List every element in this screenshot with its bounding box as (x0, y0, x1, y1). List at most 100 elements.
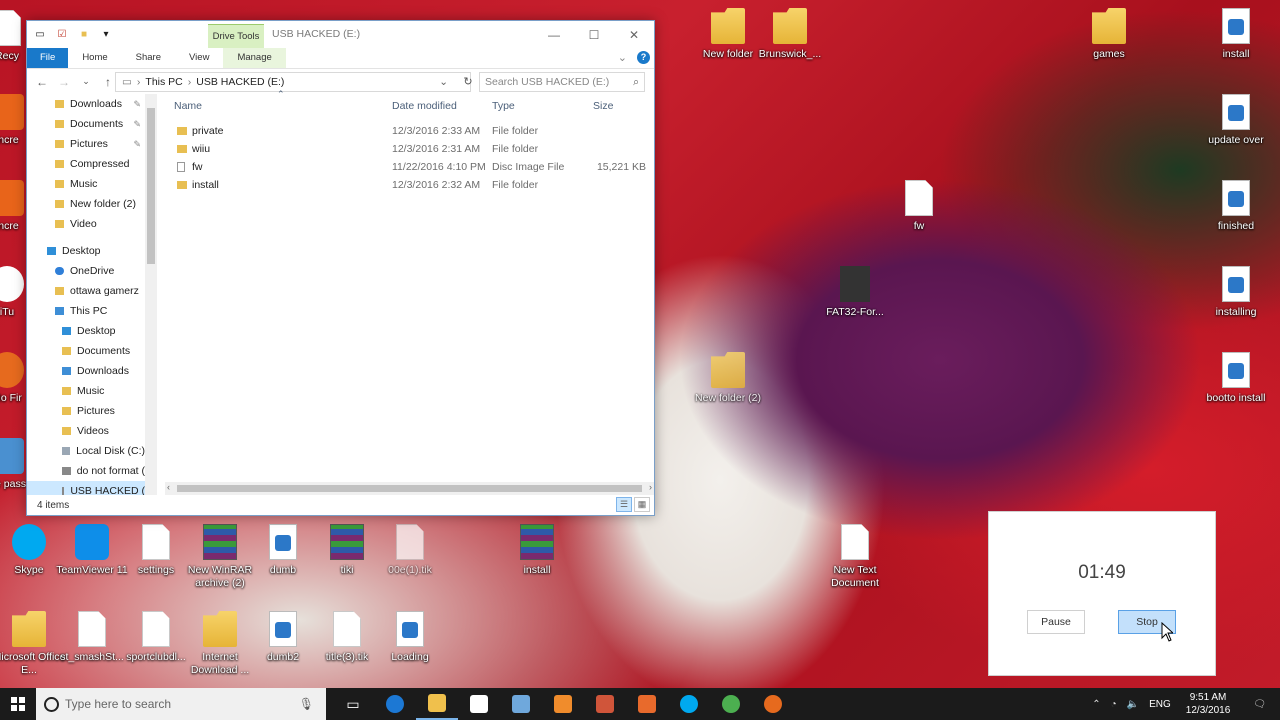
nav-item-desktop-root[interactable]: Desktop (27, 241, 145, 261)
nav-item-pictures-pinned[interactable]: Pictures ✎ (27, 134, 145, 154)
column-size[interactable]: Size (593, 100, 613, 112)
desktop-icon-dumb[interactable]: dumb (246, 524, 320, 577)
chevron-up-icon[interactable]: ⌃ (1092, 699, 1100, 710)
desktop-icon-teamviewer[interactable]: TeamViewer 11 (55, 524, 129, 577)
task-view-icon[interactable]: ▭ (332, 688, 374, 720)
nav-scrollbar[interactable] (145, 94, 157, 495)
nav-item-pictures[interactable]: Pictures (27, 401, 145, 421)
nav-scrollbar-thumb[interactable] (147, 108, 155, 264)
recent-locations-icon[interactable]: ⌄ (75, 76, 97, 87)
nav-item-compressed[interactable]: Compressed (27, 154, 145, 174)
clock[interactable]: 9:51 AM 12/3/2016 (1186, 691, 1231, 717)
skype-icon[interactable] (668, 688, 710, 720)
close-button[interactable]: ✕ (614, 21, 654, 48)
breadcrumb-usb[interactable]: USB HACKED (E:) (196, 76, 284, 88)
title-bar[interactable]: ▭ ☑ ■ ▾ Drive Tools USB HACKED (E:) — ☐ … (27, 21, 654, 48)
maximize-button[interactable]: ☐ (574, 21, 614, 48)
large-icons-view-icon[interactable]: ▦ (634, 497, 650, 512)
notifications-icon[interactable]: 🗨 (1253, 699, 1266, 710)
nav-item-music[interactable]: Music (27, 381, 145, 401)
nav-item-user[interactable]: ottawa gamerz (27, 281, 145, 301)
tab-view[interactable]: View (175, 48, 223, 68)
nav-item-usb-hacked[interactable]: USB HACKED ( (27, 481, 145, 495)
desktop-icon-brunswick[interactable]: Brunswick_... (753, 8, 827, 61)
desktop-icon-install-top[interactable]: install (1199, 8, 1273, 61)
volume-icon[interactable]: 🔈 (1127, 699, 1139, 710)
file-row[interactable]: fw 11/22/2016 4:10 PM Disc Image File 15… (165, 158, 654, 176)
file-explorer-icon[interactable] (416, 688, 458, 720)
tab-file[interactable]: File (27, 48, 69, 68)
nav-item-desktop[interactable]: Desktop (27, 321, 145, 341)
desktop-icon-sportclub[interactable]: sportclubdl... (119, 611, 193, 664)
file-row[interactable]: wiiu 12/3/2016 2:31 AM File folder (165, 140, 654, 158)
desktop-icon-fat32[interactable]: FAT32-For... (818, 266, 892, 319)
desktop-icon-games[interactable]: games (1072, 8, 1146, 61)
refresh-icon[interactable]: ↻ (459, 72, 477, 92)
nav-item-do-not-format[interactable]: do not format ( (27, 461, 145, 481)
desktop-icon-new-folder-2[interactable]: New folder (2) (691, 352, 765, 405)
desktop-icon-smash[interactable]: st_smashSt... (55, 611, 129, 664)
language-indicator[interactable]: ENG (1149, 699, 1171, 710)
horizontal-scrollbar-thumb[interactable] (177, 485, 642, 492)
minimize-button[interactable]: — (534, 21, 574, 48)
desktop-icon-settings[interactable]: settings (119, 524, 193, 577)
media-player-icon[interactable] (542, 688, 584, 720)
desktop-icon-fw[interactable]: fw (882, 180, 956, 233)
start-button[interactable] (0, 688, 36, 720)
chevron-down-icon[interactable]: ▾ (99, 28, 113, 42)
nav-item-onedrive[interactable]: OneDrive (27, 261, 145, 281)
help-icon[interactable]: ? (637, 51, 650, 64)
properties-icon[interactable]: ☑ (55, 28, 69, 42)
details-view-icon[interactable]: ☰ (616, 497, 632, 512)
nav-item-documents-pinned[interactable]: Documents ✎ (27, 114, 145, 134)
nav-item-local-disk[interactable]: Local Disk (C:) (27, 441, 145, 461)
tab-share[interactable]: Share (122, 48, 175, 68)
scroll-right-icon[interactable]: › (649, 482, 652, 492)
nav-item-video[interactable]: Video (27, 214, 145, 234)
desktop-icon-update-over[interactable]: update over (1199, 94, 1273, 147)
desktop-icon-bootto-install[interactable]: bootto install (1199, 352, 1273, 405)
firefox-icon[interactable] (752, 688, 794, 720)
file-row[interactable]: install 12/3/2016 2:32 AM File folder (165, 176, 654, 194)
desktop-icon-finished[interactable]: finished (1199, 180, 1273, 233)
store-icon[interactable] (458, 688, 500, 720)
taskbar-search[interactable]: Type here to search 🎙 (36, 688, 326, 720)
file-row[interactable]: private 12/3/2016 2:33 AM File folder (165, 122, 654, 140)
nav-item-documents[interactable]: Documents (27, 341, 145, 361)
app-icon[interactable] (584, 688, 626, 720)
tab-manage[interactable]: Manage (223, 48, 286, 68)
nav-item-downloads[interactable]: Downloads (27, 361, 145, 381)
column-name[interactable]: Name (174, 100, 202, 112)
desktop-icon-install-bottom[interactable]: install (500, 524, 574, 577)
edge-icon[interactable] (374, 688, 416, 720)
column-type[interactable]: Type (492, 100, 515, 112)
horizontal-scrollbar[interactable]: ‹ › (165, 482, 654, 495)
nav-item-new-folder-2[interactable]: New folder (2) (27, 194, 145, 214)
expand-ribbon-icon[interactable]: ⌄ (618, 51, 627, 64)
nav-item-this-pc[interactable]: This PC (27, 301, 145, 321)
tab-home[interactable]: Home (68, 48, 121, 68)
desktop-icon-dumb2[interactable]: dumb2 (246, 611, 320, 664)
search-input[interactable]: Search USB HACKED (E:) ⌕ (479, 72, 645, 92)
breadcrumb-this-pc[interactable]: This PC (145, 76, 182, 88)
pause-button[interactable]: Pause (1027, 610, 1085, 634)
desktop-icon-loading[interactable]: Loading (373, 611, 447, 664)
microphone-icon[interactable]: 🎙 (299, 697, 314, 711)
drive-tools-tab[interactable]: Drive Tools (208, 24, 264, 48)
new-folder-icon[interactable]: ■ (77, 28, 91, 42)
address-dropdown-icon[interactable]: ⌄ (439, 76, 448, 88)
forward-arrow-icon[interactable]: → (53, 75, 75, 89)
desktop-icon-new-text-document[interactable]: New Text Document (818, 524, 892, 590)
column-date-modified[interactable]: Date modified (392, 100, 457, 112)
desktop-icon-00e-tik[interactable]: 00e(1).tik (373, 524, 447, 577)
network-icon[interactable]: ◔ (1111, 699, 1117, 710)
mail-icon[interactable] (626, 688, 668, 720)
app-icon[interactable] (710, 688, 752, 720)
scroll-left-icon[interactable]: ‹ (167, 482, 170, 492)
nav-item-music-quick[interactable]: Music (27, 174, 145, 194)
nav-item-downloads-pinned[interactable]: Downloads ✎ (27, 94, 145, 114)
desktop-icon-installing[interactable]: installing (1199, 266, 1273, 319)
address-bar[interactable]: ▭ › This PC › USB HACKED (E:) ⌄ (115, 72, 471, 92)
nav-item-videos[interactable]: Videos (27, 421, 145, 441)
back-arrow-icon[interactable]: ← (31, 75, 53, 89)
